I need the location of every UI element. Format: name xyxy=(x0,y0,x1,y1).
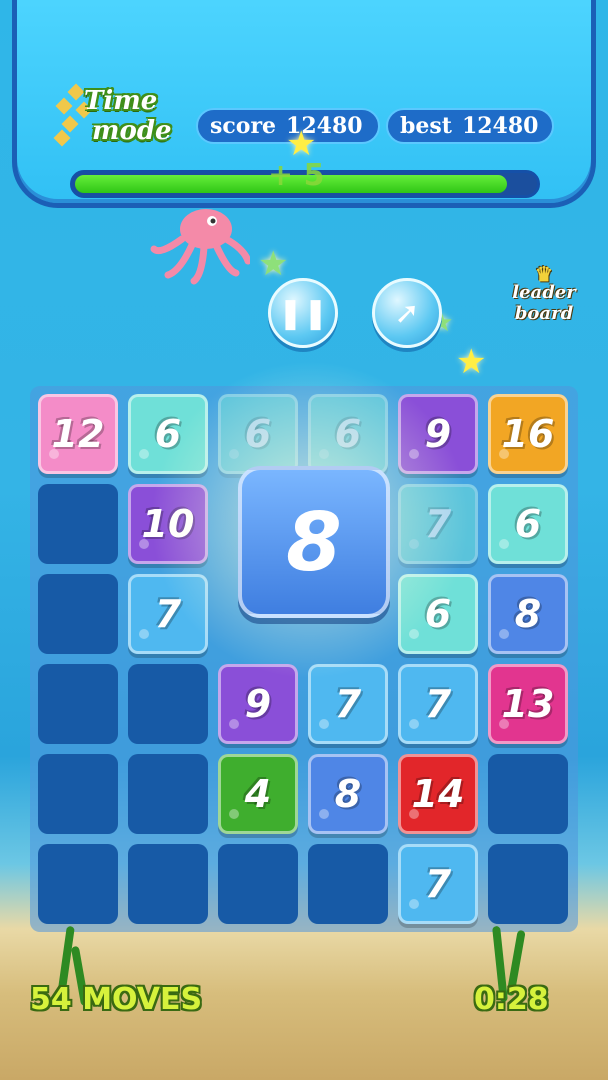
number-tile[interactable]: 6 xyxy=(488,484,568,564)
leaderboard-button[interactable]: ♛ leader board xyxy=(496,262,592,336)
crown-icon: ♛ xyxy=(535,262,553,286)
share-arrow-icon: ➚ xyxy=(394,295,420,331)
best-value: 12480 xyxy=(461,113,539,139)
best-box: best 12480 xyxy=(386,108,554,144)
number-tile[interactable]: 14 xyxy=(398,754,478,834)
empty-cell[interactable] xyxy=(128,844,208,924)
pause-icon: ❚❚ xyxy=(277,295,329,331)
empty-cell[interactable] xyxy=(308,844,388,924)
number-tile[interactable]: 13 xyxy=(488,664,568,744)
empty-cell[interactable] xyxy=(488,844,568,924)
empty-cell[interactable] xyxy=(38,754,118,834)
star-icon: ★ xyxy=(456,342,487,382)
empty-cell[interactable] xyxy=(38,484,118,564)
number-tile[interactable]: 16 xyxy=(488,394,568,474)
star-icon: ★ xyxy=(286,124,317,164)
empty-cell[interactable] xyxy=(38,574,118,654)
empty-cell[interactable] xyxy=(128,754,208,834)
number-tile[interactable]: 4 xyxy=(218,754,298,834)
octopus-icon xyxy=(150,209,250,285)
empty-cell[interactable] xyxy=(38,844,118,924)
empty-cell[interactable] xyxy=(38,664,118,744)
star-icon: ★ xyxy=(258,244,289,284)
moves-counter: 54 MOVES xyxy=(30,982,203,1017)
mode-title-line2: mode xyxy=(92,116,172,146)
share-button[interactable]: ➚ xyxy=(372,278,442,348)
current-tile[interactable]: 8 xyxy=(238,466,390,618)
score-label: score xyxy=(210,113,277,139)
leaderboard-label-line2: board xyxy=(514,303,574,324)
best-label: best xyxy=(400,113,452,139)
mode-title-line1: Time xyxy=(84,86,158,116)
empty-cell[interactable] xyxy=(488,754,568,834)
time-remaining: 0:28 xyxy=(474,982,549,1017)
time-mode-logo: Time mode xyxy=(53,83,196,158)
leaderboard-label-line1: leader xyxy=(512,282,576,303)
pause-button[interactable]: ❚❚ xyxy=(268,278,338,348)
number-tile[interactable]: 8 xyxy=(488,574,568,654)
number-tile[interactable]: 7 xyxy=(398,664,478,744)
empty-cell[interactable] xyxy=(128,664,208,744)
number-tile[interactable]: 12 xyxy=(38,394,118,474)
empty-cell[interactable] xyxy=(218,844,298,924)
number-tile[interactable]: 8 xyxy=(308,754,388,834)
number-tile[interactable]: 7 xyxy=(398,844,478,924)
